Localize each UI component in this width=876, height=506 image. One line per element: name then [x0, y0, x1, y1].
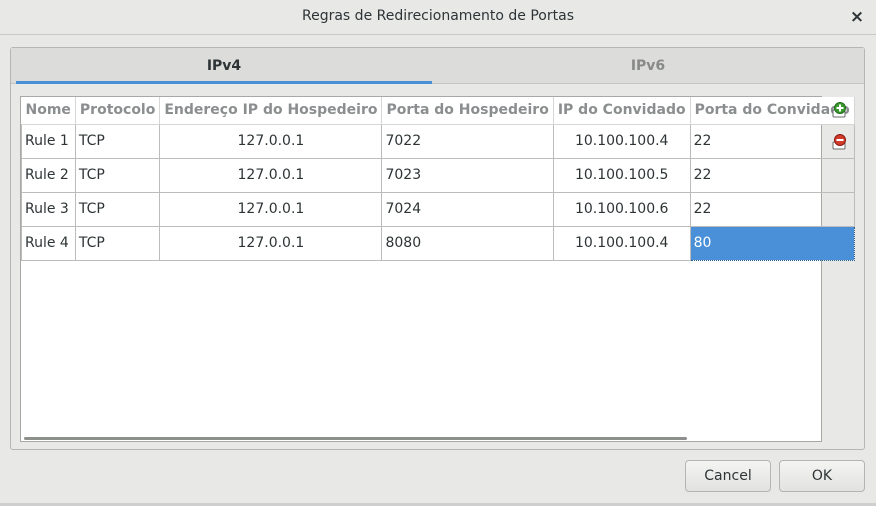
- table-row[interactable]: Rule 2 TCP 127.0.0.1 7023 10.100.100.5 2…: [21, 157, 855, 193]
- cell-protocol[interactable]: TCP: [74, 157, 161, 193]
- table-row[interactable]: Rule 4 TCP 127.0.0.1 8080 10.100.100.4 8…: [21, 225, 855, 261]
- column-header-name[interactable]: Nome: [21, 97, 76, 125]
- cell-host-port[interactable]: 8080: [381, 225, 554, 261]
- tab-ipv4[interactable]: IPv4: [16, 48, 432, 84]
- ok-button[interactable]: OK: [779, 460, 865, 492]
- cell-host-port[interactable]: 7024: [381, 191, 554, 227]
- cell-host-port[interactable]: 7022: [381, 123, 554, 159]
- table-header-row: Nome Protocolo Endereço IP do Hospedeiro…: [21, 97, 855, 125]
- cell-host-ip[interactable]: 127.0.0.1: [159, 191, 383, 227]
- add-rule-icon[interactable]: [831, 101, 849, 119]
- cell-guest-ip[interactable]: 10.100.100.6: [552, 191, 691, 227]
- remove-rule-icon[interactable]: [831, 133, 849, 151]
- close-button[interactable]: ×: [848, 7, 866, 27]
- cell-name[interactable]: Rule 2: [21, 157, 76, 193]
- cell-protocol[interactable]: TCP: [74, 191, 161, 227]
- cell-name[interactable]: Rule 1: [21, 123, 76, 159]
- cell-protocol[interactable]: TCP: [74, 225, 161, 261]
- cell-guest-port-selected[interactable]: 80: [689, 225, 855, 261]
- window-title: Regras de Redirecionamento de Portas: [302, 8, 574, 24]
- cell-guest-ip[interactable]: 10.100.100.5: [552, 157, 691, 193]
- cell-host-ip[interactable]: 127.0.0.1: [159, 123, 383, 159]
- cell-guest-port[interactable]: 22: [689, 157, 855, 193]
- column-header-guest-ip[interactable]: IP do Convidado: [553, 97, 691, 125]
- cell-host-ip[interactable]: 127.0.0.1: [159, 225, 383, 261]
- cancel-button[interactable]: Cancel: [685, 460, 771, 492]
- table-row[interactable]: Rule 1 TCP 127.0.0.1 7022 10.100.100.4 2…: [21, 123, 855, 159]
- cell-guest-ip[interactable]: 10.100.100.4: [552, 123, 691, 159]
- title-bar: Regras de Redirecionamento de Portas ×: [0, 0, 876, 35]
- column-header-host-ip[interactable]: Endereço IP do Hospedeiro: [159, 97, 383, 125]
- column-header-guest-port[interactable]: Porta do Convidado: [690, 97, 855, 125]
- table-row[interactable]: Rule 3 TCP 127.0.0.1 7024 10.100.100.6 2…: [21, 191, 855, 227]
- cell-name[interactable]: Rule 3: [21, 191, 76, 227]
- tab-bar: IPv4 IPv6: [11, 48, 864, 84]
- cell-guest-port[interactable]: 22: [689, 123, 855, 159]
- rules-table: Nome Protocolo Endereço IP do Hospedeiro…: [21, 97, 855, 261]
- column-header-protocol[interactable]: Protocolo: [75, 97, 161, 125]
- cell-host-port[interactable]: 7023: [381, 157, 554, 193]
- cell-name[interactable]: Rule 4: [21, 225, 76, 261]
- cell-guest-port[interactable]: 22: [689, 191, 855, 227]
- rules-table-frame: Nome Protocolo Endereço IP do Hospedeiro…: [20, 96, 855, 442]
- column-header-host-port[interactable]: Porta do Hospedeiro: [381, 97, 554, 125]
- tab-ipv6[interactable]: IPv6: [435, 48, 861, 84]
- cell-host-ip[interactable]: 127.0.0.1: [159, 157, 383, 193]
- cell-protocol[interactable]: TCP: [74, 123, 161, 159]
- horizontal-scrollbar[interactable]: [24, 437, 687, 440]
- cell-guest-ip[interactable]: 10.100.100.4: [552, 225, 691, 261]
- tab-notebook: IPv4 IPv6 Nome Protocolo Endereço IP do …: [10, 47, 865, 450]
